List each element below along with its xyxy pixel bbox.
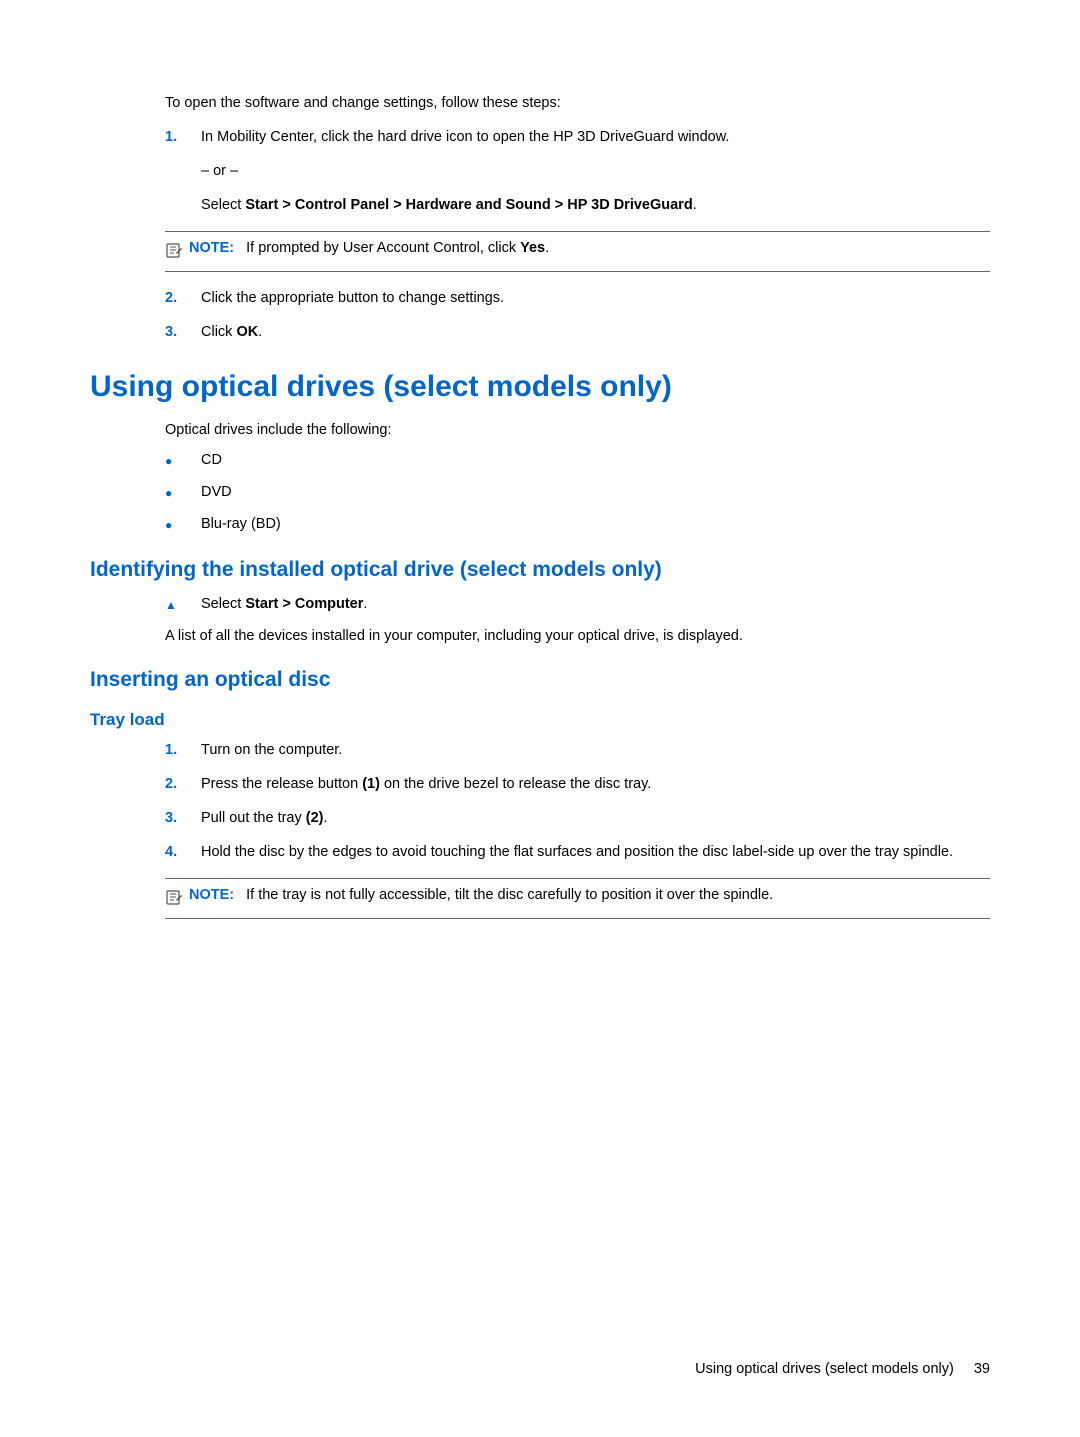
tray-step-4: 4. Hold the disc by the edges to avoid t… [165,844,990,860]
note-label: NOTE: [189,240,234,256]
text: If the tray is not fully accessible, til… [246,887,773,903]
steps-list-1b: 2. Click the appropriate button to chang… [165,290,990,340]
heading-3-tray-load: Tray load [90,710,990,730]
note-label: NOTE: [189,887,234,903]
heading-2-identifying: Identifying the installed optical drive … [90,558,990,582]
step-content: Click OK. [201,324,990,340]
note-callout: NOTE: If prompted by User Account Control… [165,231,990,272]
text: . [363,596,367,612]
note-callout-tray: NOTE: If the tray is not fully accessible… [165,878,990,919]
tray-steps: 1. Turn on the computer. 2. Press the re… [165,742,990,860]
bold-path: Start > Control Panel > Hardware and Sou… [245,197,692,213]
step-number: 2. [165,776,201,792]
step-text: In Mobility Center, click the hard drive… [201,129,729,145]
optical-intro: Optical drives include the following: [165,422,990,438]
text: Pull out the tray [201,810,306,826]
triangle-marker: ▲ [165,596,201,614]
step-content: Click the appropriate button to change s… [201,290,990,306]
triangle-step: ▲ Select Start > Computer. [165,596,990,614]
note-icon [165,241,183,263]
tray-step-1: 1. Turn on the computer. [165,742,990,758]
note-icon [165,888,183,910]
steps-list-1: 1. In Mobility Center, click the hard dr… [165,129,990,213]
step-content: Press the release button (1) on the driv… [201,776,990,792]
step-number: 2. [165,290,201,306]
step-2: 2. Click the appropriate button to chang… [165,290,990,306]
select-line: Select Start > Control Panel > Hardware … [201,197,990,213]
text: Select [201,596,245,612]
text: . [693,197,697,213]
page-footer: Using optical drives (select models only… [695,1361,990,1377]
bullet-list-optical: ● CD ● DVD ● Blu-ray (BD) [165,452,990,534]
step-number: 3. [165,810,201,826]
step-content: Hold the disc by the edges to avoid touc… [201,844,990,860]
step-number: 1. [165,129,201,145]
footer-text: Using optical drives (select models only… [695,1361,954,1377]
heading-1-optical-drives: Using optical drives (select models only… [90,370,990,404]
text: Select [201,197,245,213]
page-number: 39 [974,1361,990,1377]
text: . [258,324,262,340]
step-number: 1. [165,742,201,758]
or-line: – or – [201,163,990,179]
step-number: 4. [165,844,201,860]
bold: Yes [520,240,545,256]
bold: Start > Computer [245,596,363,612]
bullet-marker: ● [165,484,201,502]
bullet-text: DVD [201,484,232,502]
tray-step-3: 3. Pull out the tray (2). [165,810,990,826]
bullet-cd: ● CD [165,452,990,470]
text: on the drive bezel to release the disc t… [380,776,651,792]
bold: (1) [362,776,380,792]
bold: (2) [306,810,324,826]
bullet-text: Blu-ray (BD) [201,516,281,534]
step-content: Turn on the computer. [201,742,990,758]
identify-result-text: A list of all the devices installed in y… [165,628,990,644]
tray-step-2: 2. Press the release button (1) on the d… [165,776,990,792]
step-1: 1. In Mobility Center, click the hard dr… [165,129,990,213]
step-content: Pull out the tray (2). [201,810,990,826]
text: . [545,240,549,256]
bullet-marker: ● [165,516,201,534]
text: Press the release button [201,776,362,792]
bold: OK [236,324,258,340]
triangle-content: Select Start > Computer. [201,596,367,614]
intro-paragraph: To open the software and change settings… [165,95,990,111]
bullet-dvd: ● DVD [165,484,990,502]
step-3: 3. Click OK. [165,324,990,340]
text: . [324,810,328,826]
bullet-marker: ● [165,452,201,470]
step-content: In Mobility Center, click the hard drive… [201,129,990,213]
text: Click [201,324,236,340]
heading-2-inserting: Inserting an optical disc [90,668,990,692]
note-text: NOTE: If prompted by User Account Control… [189,240,549,256]
step-number: 3. [165,324,201,340]
note-text: NOTE: If the tray is not fully accessible… [189,887,773,903]
text: If prompted by User Account Control, cli… [246,240,520,256]
bullet-text: CD [201,452,222,470]
bullet-bluray: ● Blu-ray (BD) [165,516,990,534]
